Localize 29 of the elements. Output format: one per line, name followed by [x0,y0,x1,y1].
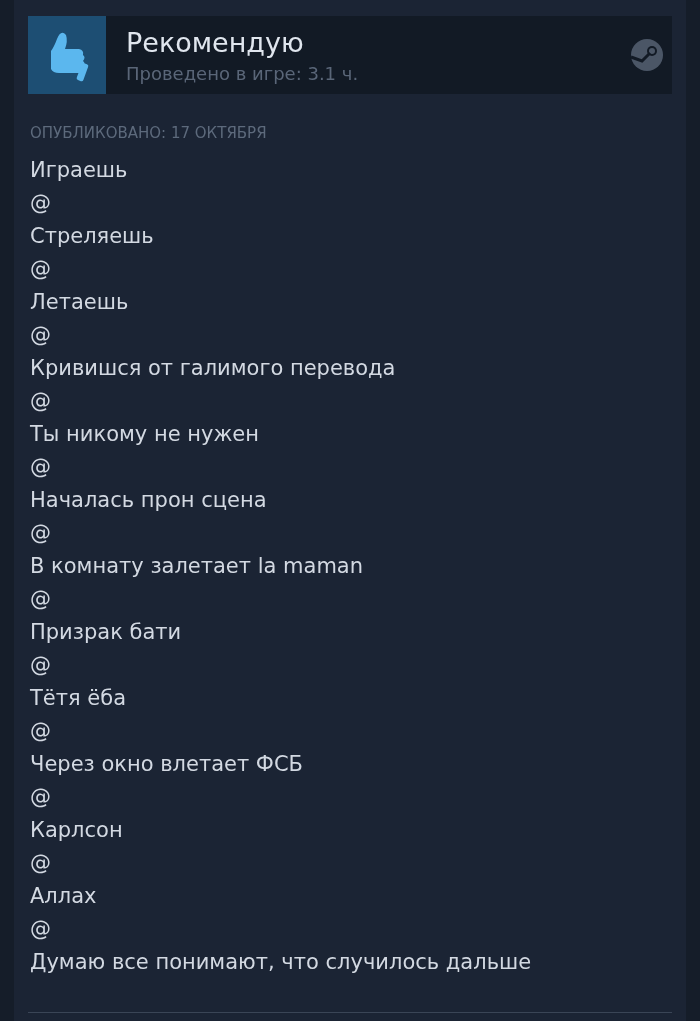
review-line: В комнату залетает la maman [30,553,365,580]
review-line: Через окно влетает ФСБ [30,751,304,778]
review-line: @ [30,322,52,349]
review-verdict: Рекомендую [126,26,305,59]
review-line: Призрак бати [30,619,183,646]
steam-logo-icon [630,38,664,72]
review-line: @ [30,784,52,811]
review-line: Кривишся от галимого перевода [30,355,397,382]
review-line: Аллах [30,883,98,910]
playtime-text: Проведено в игре: 3.1 ч. [126,62,360,84]
review-line: @ [30,454,52,481]
review-line: Стреляешь [30,223,155,250]
review-line: Началась прон сцена [30,487,268,514]
posted-date: ОПУБЛИКОВАНО: 17 ОКТЯБРЯ [30,124,268,142]
review-line: @ [30,388,52,415]
review-line: Карлсон [30,817,124,844]
review-line: Тётя ёба [30,685,128,712]
review-line: @ [30,916,52,943]
review-line: @ [30,652,52,679]
review-line: @ [30,256,52,283]
review-line: Ты никому не нужен [30,421,260,448]
review-line: @ [30,850,52,877]
review-line: @ [30,586,52,613]
review-line: @ [30,190,52,217]
review-line: @ [30,718,52,745]
review-line: Думаю все понимают, что случилось дальше [30,949,533,976]
review-line: @ [30,520,52,547]
review-line: Играешь [30,157,129,184]
review-line: Летаешь [30,289,130,316]
